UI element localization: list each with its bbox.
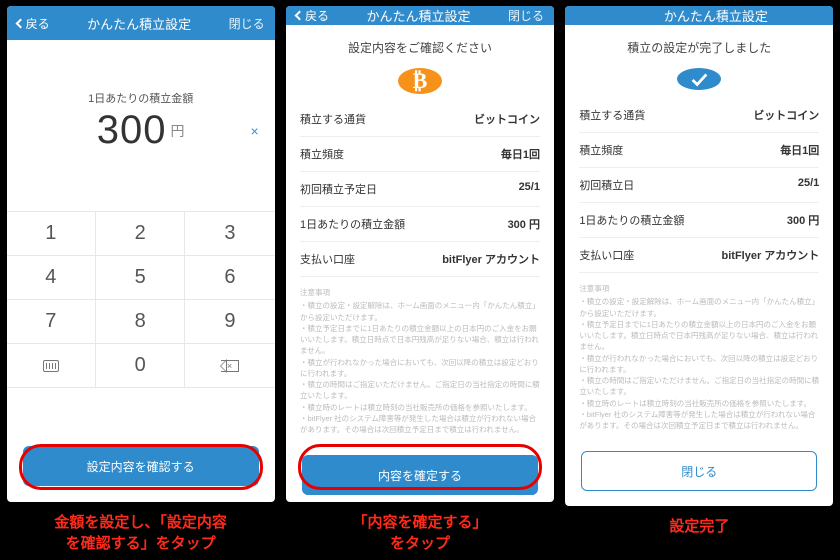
key-6[interactable]: 6 — [185, 256, 274, 300]
summary-row: 支払い口座bitFlyer アカウント — [579, 238, 819, 273]
app-header: 戻る かんたん積立設定 閉じる — [7, 6, 275, 40]
complete-message: 積立の設定が完了しました — [565, 25, 833, 64]
bitcoin-icon: ₿ — [398, 68, 442, 94]
summary-row: 初回積立予定日25/1 — [300, 172, 540, 207]
key-1[interactable]: 1 — [7, 212, 96, 256]
amount-value: 300 — [97, 108, 167, 153]
key-keyboard[interactable] — [7, 344, 96, 388]
key-4[interactable]: 4 — [7, 256, 96, 300]
summary-row: 積立する通貨ビットコイン — [300, 102, 540, 137]
screen-amount-entry: 戻る かんたん積立設定 閉じる 1日あたりの積立金額 300 円 × 1 2 3… — [7, 6, 275, 502]
summary-row: 積立頻度毎日1回 — [300, 137, 540, 172]
summary-row: 支払い口座bitFlyer アカウント — [300, 242, 540, 277]
amount-unit: 円 — [171, 121, 185, 141]
backspace-icon: × — [221, 360, 239, 372]
disclaimer: 注意事項 ・積立の設定・設定解除は、ホーム画面のメニュー内「かんたん積立」から設… — [286, 277, 554, 445]
back-button[interactable]: 戻る — [17, 15, 50, 32]
key-7[interactable]: 7 — [7, 300, 96, 344]
confirm-settings-button[interactable]: 設定内容を確認する — [23, 446, 259, 486]
key-3[interactable]: 3 — [185, 212, 274, 256]
header-title: かんたん積立設定 — [329, 6, 508, 25]
key-9[interactable]: 9 — [185, 300, 274, 344]
summary-row: 1日あたりの積立金額300 円 — [300, 207, 540, 242]
summary-row: 積立する通貨ビットコイン — [579, 98, 819, 133]
close-button[interactable]: 閉じる — [508, 7, 544, 24]
summary-row: 積立頻度毎日1回 — [579, 133, 819, 168]
key-backspace[interactable]: × — [185, 344, 274, 388]
finalize-button[interactable]: 内容を確定する — [302, 455, 538, 495]
check-icon — [677, 68, 721, 90]
screen-complete: 戻る かんたん積立設定 積立の設定が完了しました 積立する通貨ビットコイン 積立… — [565, 6, 833, 506]
tutorial-caption: 「内容を確定する」 をタップ — [352, 512, 487, 554]
key-0[interactable]: 0 — [96, 344, 185, 388]
tutorial-caption: 設定完了 — [669, 516, 729, 537]
header-title: かんたん積立設定 — [608, 6, 823, 25]
app-header: 戻る かんたん積立設定 閉じる — [286, 6, 554, 25]
close-screen-button[interactable]: 閉じる — [581, 451, 817, 491]
summary-row: 1日あたりの積立金額300 円 — [579, 203, 819, 238]
amount-label: 1日あたりの積立金額 — [7, 90, 275, 106]
summary-row: 初回積立日25/1 — [579, 168, 819, 203]
back-button[interactable]: 戻る — [296, 7, 329, 24]
chevron-left-icon — [295, 11, 305, 21]
keyboard-icon — [43, 360, 59, 372]
app-header: 戻る かんたん積立設定 — [565, 6, 833, 25]
close-button[interactable]: 閉じる — [229, 15, 265, 32]
disclaimer: 注意事項 ・積立の設定・設定解除は、ホーム画面のメニュー内「かんたん積立」から設… — [565, 273, 833, 441]
tutorial-caption: 金額を設定し、「設定内容 を確認する」をタップ — [54, 512, 227, 554]
summary-list: 積立する通貨ビットコイン 積立頻度毎日1回 初回積立予定日25/1 1日あたりの… — [286, 102, 554, 277]
key-5[interactable]: 5 — [96, 256, 185, 300]
key-8[interactable]: 8 — [96, 300, 185, 344]
confirm-message: 設定内容をご確認ください — [286, 25, 554, 64]
clear-icon[interactable]: × — [250, 123, 258, 139]
chevron-left-icon — [15, 18, 25, 28]
numeric-keypad: 1 2 3 4 5 6 7 8 9 0 × — [7, 211, 275, 388]
key-2[interactable]: 2 — [96, 212, 185, 256]
header-title: かんたん積立設定 — [50, 14, 229, 33]
screen-confirm: 戻る かんたん積立設定 閉じる 設定内容をご確認ください ₿ 積立する通貨ビット… — [286, 6, 554, 502]
summary-list: 積立する通貨ビットコイン 積立頻度毎日1回 初回積立日25/1 1日あたりの積立… — [565, 98, 833, 273]
